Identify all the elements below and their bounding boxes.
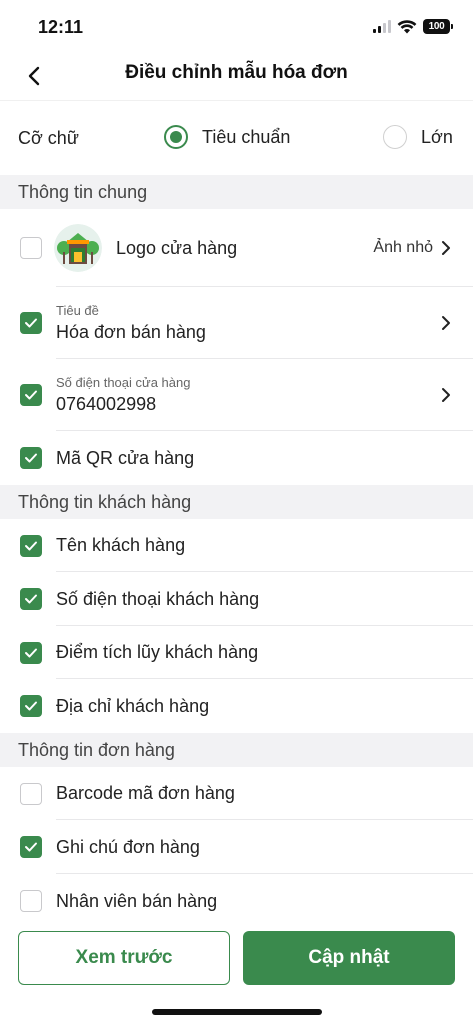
check-icon: [25, 453, 37, 463]
check-icon: [25, 541, 37, 550]
store-logo-image: [54, 224, 102, 272]
title-edit-chevron[interactable]: [441, 315, 451, 331]
order-staff-checkbox[interactable]: [20, 890, 42, 912]
nav-bar: Điều chỉnh mẫu hóa đơn: [0, 52, 473, 100]
store-phone-edit-chevron[interactable]: [441, 387, 451, 403]
order-staff-label: Nhân viên bán hàng: [56, 890, 218, 911]
logo-checkbox[interactable]: [20, 237, 42, 259]
customer-name-checkbox[interactable]: [20, 534, 42, 557]
order-note-label: Ghi chú đơn hàng: [56, 836, 200, 857]
check-icon: [25, 701, 37, 711]
customer-phone-checkbox[interactable]: [20, 588, 42, 610]
check-icon: [25, 648, 37, 657]
logo-size-value: Ảnh nhỏ: [373, 239, 433, 256]
customer-phone-label: Số điện thoại khách hàng: [56, 588, 260, 609]
list-item-customer-phone[interactable]: Số điện thoại khách hàng: [0, 572, 473, 626]
section-header-order: Thông tin đơn hàng: [0, 733, 473, 767]
status-bar: 12:11 100: [0, 0, 473, 52]
home-indicator[interactable]: [152, 1009, 322, 1015]
font-size-row: Cỡ chữ Tiêu chuẩn Lớn: [0, 101, 473, 175]
wifi-icon: [397, 19, 417, 33]
list-item-order-note[interactable]: Ghi chú đơn hàng: [0, 820, 473, 874]
list-item-customer-address[interactable]: Địa chỉ khách hàng: [0, 679, 473, 733]
store-phone-row[interactable]: Số điện thoại cửa hàng 0764002998: [0, 359, 473, 431]
radio-standard[interactable]: [164, 125, 188, 149]
order-barcode-checkbox[interactable]: [20, 782, 42, 805]
store-phone-checkbox[interactable]: [20, 384, 42, 406]
battery-level: 100: [423, 19, 450, 34]
logo-row[interactable]: Logo cửa hàng Ảnh nhỏ: [0, 209, 473, 287]
store-qr-row[interactable]: Mã QR cửa hàng: [0, 431, 473, 485]
title-checkbox[interactable]: [20, 312, 42, 334]
list-item-order-staff[interactable]: Nhân viên bán hàng: [0, 874, 473, 920]
chevron-right-icon: [442, 316, 450, 330]
customer-name-label: Tên khách hàng: [56, 535, 186, 555]
font-size-large-option[interactable]: Lớn: [383, 125, 453, 149]
customer-address-checkbox[interactable]: [20, 695, 42, 717]
logo-label: Logo cửa hàng: [116, 237, 238, 258]
font-size-standard-option[interactable]: Tiêu chuẩn: [164, 125, 290, 149]
font-size-label: Cỡ chữ: [18, 127, 79, 148]
customer-address-label: Địa chỉ khách hàng: [56, 695, 210, 716]
font-size-standard-label: Tiêu chuẩn: [202, 126, 291, 147]
chevron-right-icon: [442, 241, 450, 255]
order-barcode-label: Barcode mã đơn hàng: [56, 783, 235, 803]
status-time: 12:11: [38, 17, 84, 37]
chevron-right-icon: [442, 388, 450, 402]
customer-points-checkbox[interactable]: [20, 641, 42, 664]
section-header-general: Thông tin chung: [0, 175, 473, 209]
section-header-customer: Thông tin khách hàng: [0, 485, 473, 519]
check-icon: [25, 390, 37, 400]
cellular-signal-icon: [373, 20, 391, 33]
customer-points-label: Điểm tích lũy khách hàng: [56, 642, 259, 662]
bottom-action-bar: Xem trước Cập nhật: [0, 920, 473, 1024]
store-phone-sublabel: Số điện thoại cửa hàng: [56, 375, 191, 390]
title-row[interactable]: Tiêu đề Hóa đơn bán hàng: [0, 287, 473, 359]
settings-content[interactable]: Cỡ chữ Tiêu chuẩn Lớn Thông tin chung Lo…: [0, 100, 473, 920]
store-qr-checkbox[interactable]: [20, 447, 42, 469]
update-button[interactable]: Cập nhật: [243, 931, 455, 985]
font-size-large-label: Lớn: [421, 126, 453, 147]
check-icon: [25, 842, 37, 852]
store-qr-label: Mã QR cửa hàng: [56, 447, 195, 468]
check-icon: [25, 318, 37, 328]
list-item-customer-name[interactable]: Tên khách hàng: [0, 519, 473, 572]
store-phone-value: 0764002998: [56, 394, 157, 414]
preview-button[interactable]: Xem trước: [18, 931, 230, 985]
check-icon: [25, 594, 37, 604]
order-note-checkbox[interactable]: [20, 836, 42, 858]
battery-icon: 100: [423, 19, 453, 34]
list-item-order-barcode[interactable]: Barcode mã đơn hàng: [0, 767, 473, 820]
page-title: Điều chỉnh mẫu hóa đơn: [125, 62, 348, 83]
list-item-customer-points[interactable]: Điểm tích lũy khách hàng: [0, 626, 473, 679]
title-sublabel: Tiêu đề: [56, 303, 99, 318]
logo-size-selector[interactable]: Ảnh nhỏ: [373, 239, 451, 257]
title-value: Hóa đơn bán hàng: [56, 322, 206, 342]
radio-large[interactable]: [383, 125, 407, 149]
status-icons: 100: [373, 19, 453, 34]
